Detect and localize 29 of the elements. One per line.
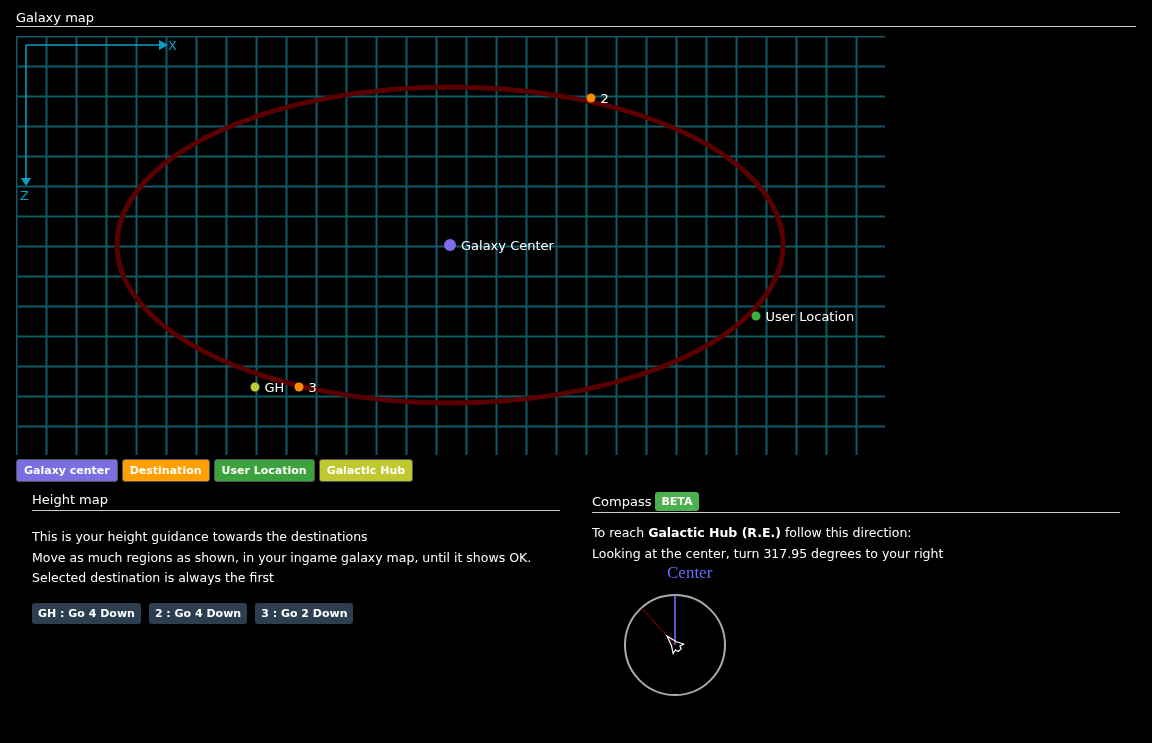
section-title: Compass	[592, 494, 652, 509]
section-title: Galaxy map	[16, 10, 1136, 27]
legend-tag: Destination	[121, 459, 210, 482]
height-guidance-tag: 2 : Go 4 Down	[148, 602, 248, 624]
point-label: User Location	[765, 309, 855, 324]
legend-tag: Galactic Hub	[318, 459, 414, 482]
point-label: 2	[600, 91, 609, 106]
point-label: 3	[308, 380, 317, 395]
map-point[interactable]	[294, 382, 304, 392]
guidance-text: This is your height guidance towards the destinations	[32, 528, 369, 546]
guidance-text: Selected destination is always the first	[32, 569, 275, 587]
section-title: Height map	[32, 492, 560, 511]
legend-tag: User Location	[213, 459, 315, 482]
axis-label: Z	[20, 188, 29, 203]
beta-badge: BETA	[655, 492, 699, 511]
map-point[interactable]	[751, 311, 761, 321]
center-label: Center	[667, 564, 714, 582]
guidance-text: Move as much regions as shown, in your ingame galaxy map, until it shows OK.	[32, 548, 533, 567]
map-point[interactable]	[250, 382, 260, 392]
point-label: GH	[264, 380, 285, 395]
legend-tag: Galaxy center	[16, 459, 118, 482]
map-point[interactable]	[444, 239, 456, 251]
compass-detail: Looking at the center, turn 317.95 degrees to your right	[592, 544, 945, 563]
height-guidance-tag: 3 : Go 2 Down	[255, 602, 354, 624]
compass-instruction: To reach Galactic Hub (R.E.) follow this direction:	[592, 524, 913, 542]
height-guidance-tag: GH : Go 4 Down	[32, 602, 141, 624]
axis-label: X	[168, 38, 177, 53]
map-point[interactable]	[586, 93, 596, 103]
point-label: Galaxy Center	[461, 238, 554, 253]
